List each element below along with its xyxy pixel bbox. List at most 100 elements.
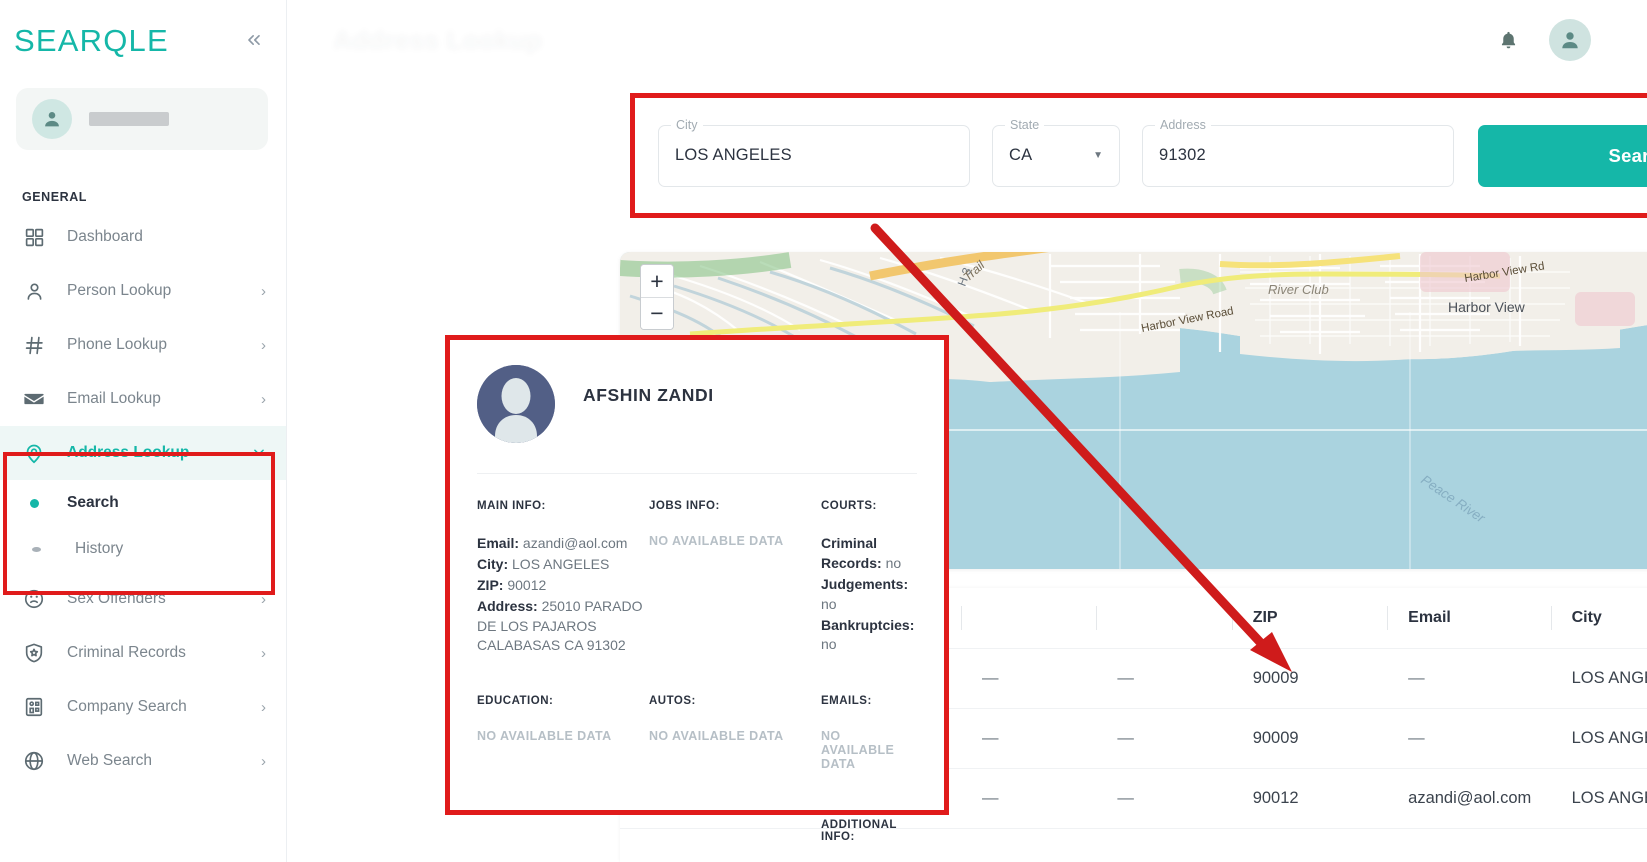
empty-state: NO AVAILABLE DATA <box>649 729 821 743</box>
info-row: Email: azandi@aol.com <box>477 534 649 554</box>
chevron-right-icon: › <box>261 646 266 661</box>
info-value: no <box>821 636 837 652</box>
sidebar-item-criminal-records[interactable]: Criminal Records › <box>0 626 286 680</box>
grid-icon <box>22 225 46 249</box>
city-value: LOS ANGELES <box>675 146 792 165</box>
sidebar-item-label: Email Lookup <box>67 390 161 408</box>
section-heading: EDUCATION: <box>477 695 649 707</box>
map-zoom-controls[interactable]: + − <box>640 264 674 330</box>
sidebar-item-label: Phone Lookup <box>67 336 167 354</box>
empty-state: NO AVAILABLE DATA <box>649 534 821 548</box>
divider <box>477 473 917 474</box>
cell-email: azandi@aol.com <box>1387 769 1550 829</box>
empty-state: NO AVAILABLE DATA <box>821 729 917 771</box>
section-heading: COURTS: <box>821 500 917 512</box>
cell-city: LOS ANGELES <box>1551 709 1647 769</box>
bullet-icon <box>32 547 41 552</box>
info-value: 90012 <box>507 577 546 593</box>
cell-blank3: — <box>1096 769 1231 829</box>
sidebar-collapse-button[interactable] <box>240 26 268 54</box>
cell-city: LOS ANGELES <box>1551 769 1647 829</box>
cell-email: — <box>1387 709 1550 769</box>
map-label: Peace River <box>1418 472 1488 526</box>
info-label: City: <box>477 556 508 572</box>
app-root: SEARQLE GENERAL <box>0 0 1647 862</box>
cell-blank3: — <box>1096 709 1231 769</box>
profile-info-grid-secondary: EDUCATION: NO AVAILABLE DATA AUTOS: NO A… <box>477 695 917 862</box>
info-row: ZIP: 90012 <box>477 576 649 596</box>
section-heading: EMAILS: <box>821 695 917 707</box>
chevron-down-icon <box>252 445 266 462</box>
city-input[interactable]: City LOS ANGELES <box>658 125 970 187</box>
profile-info-grid: MAIN INFO: Email: azandi@aol.com City: L… <box>477 500 917 657</box>
column-header-email[interactable]: Email <box>1387 588 1550 649</box>
profile-col-additional-info: ADDITIONAL INFO: Nickname: no data Licen… <box>821 819 917 862</box>
search-button[interactable]: Search <box>1478 125 1647 187</box>
address-label: Address <box>1155 118 1211 132</box>
sidebar-item-label: Criminal Records <box>67 644 186 662</box>
page-title: Address Lookup <box>333 25 542 56</box>
cell-zip: 90009 <box>1232 649 1387 709</box>
column-header-city[interactable]: City <box>1551 588 1647 649</box>
person-silhouette-icon <box>477 365 555 443</box>
profile-col-emails: EMAILS: NO AVAILABLE DATA ADDITIONAL INF… <box>821 695 917 862</box>
user-avatar-icon <box>41 108 63 130</box>
column-header-blank2[interactable] <box>961 588 1096 649</box>
avatar <box>32 99 72 139</box>
map-zoom-in-button[interactable]: + <box>641 265 673 297</box>
profile-col-courts: COURTS: Criminal Records: no Judgements:… <box>821 500 917 657</box>
section-heading: MAIN INFO: <box>477 500 649 512</box>
sad-face-icon <box>22 587 46 611</box>
user-avatar-button[interactable] <box>1549 19 1591 61</box>
sidebar-subitem-label: History <box>75 540 123 558</box>
state-value: CA <box>1009 146 1032 165</box>
sidebar-item-dashboard[interactable]: Dashboard <box>0 210 286 264</box>
info-label: ZIP: <box>477 577 503 593</box>
sidebar-item-web-search[interactable]: Web Search › <box>0 734 286 788</box>
sidebar-user-card[interactable] <box>16 88 268 150</box>
sidebar-item-phone-lookup[interactable]: Phone Lookup › <box>0 318 286 372</box>
column-header-blank3[interactable] <box>1096 588 1231 649</box>
sidebar-item-person-lookup[interactable]: Person Lookup › <box>0 264 286 318</box>
bell-icon[interactable] <box>1498 30 1519 51</box>
chevron-right-icon: › <box>261 338 266 353</box>
cell-blank3: — <box>1096 649 1231 709</box>
sidebar-item-company-search[interactable]: Company Search › <box>0 680 286 734</box>
bullet-icon <box>30 499 39 508</box>
info-row: Bankruptcies: no <box>821 616 917 656</box>
profile-col-autos: AUTOS: NO AVAILABLE DATA <box>649 695 821 862</box>
cell-city: LOS ANGELES <box>1551 649 1647 709</box>
empty-state: NO AVAILABLE DATA <box>477 729 649 743</box>
search-panel: City LOS ANGELES State CA ▼ Address 9130… <box>632 95 1647 216</box>
sidebar-item-label: Sex Offenders <box>67 590 166 608</box>
cell-blank2: — <box>961 709 1096 769</box>
sidebar-item-email-lookup[interactable]: Email Lookup › <box>0 372 286 426</box>
info-value: no <box>821 596 837 612</box>
chevron-right-icon: › <box>261 592 266 607</box>
sidebar-subitem-history[interactable]: History <box>0 526 286 572</box>
profile-detail-card: AFSHIN ZANDI MAIN INFO: Email: azandi@ao… <box>449 339 945 811</box>
sidebar-subitem-search[interactable]: Search <box>0 480 286 526</box>
sidebar-item-label: Dashboard <box>67 228 143 246</box>
shield-star-icon <box>22 641 46 665</box>
building-icon <box>22 695 46 719</box>
sidebar-item-label: Company Search <box>67 698 187 716</box>
info-label: Judgements: <box>821 576 908 592</box>
info-label: Email: <box>477 535 519 551</box>
sidebar-item-sex-offenders[interactable]: Sex Offenders › <box>0 572 286 626</box>
map-label: Harbor View Road <box>1140 305 1234 335</box>
hash-icon <box>22 333 46 357</box>
brand-row: SEARQLE <box>0 0 286 80</box>
info-label: Bankruptcies: <box>821 617 914 633</box>
info-row: Judgements: no <box>821 575 917 615</box>
sidebar-item-address-lookup[interactable]: Address Lookup <box>0 426 286 480</box>
column-header-zip[interactable]: ZIP <box>1232 588 1387 649</box>
map-pin-icon <box>22 441 46 465</box>
map-zoom-out-button[interactable]: − <box>641 297 673 329</box>
chevron-right-icon: › <box>261 392 266 407</box>
profile-avatar <box>477 365 555 443</box>
chevron-down-icon: ▼ <box>1093 150 1103 161</box>
state-select[interactable]: State CA ▼ <box>992 125 1120 187</box>
city-label: City <box>671 118 703 132</box>
address-input[interactable]: Address 91302 <box>1142 125 1454 187</box>
